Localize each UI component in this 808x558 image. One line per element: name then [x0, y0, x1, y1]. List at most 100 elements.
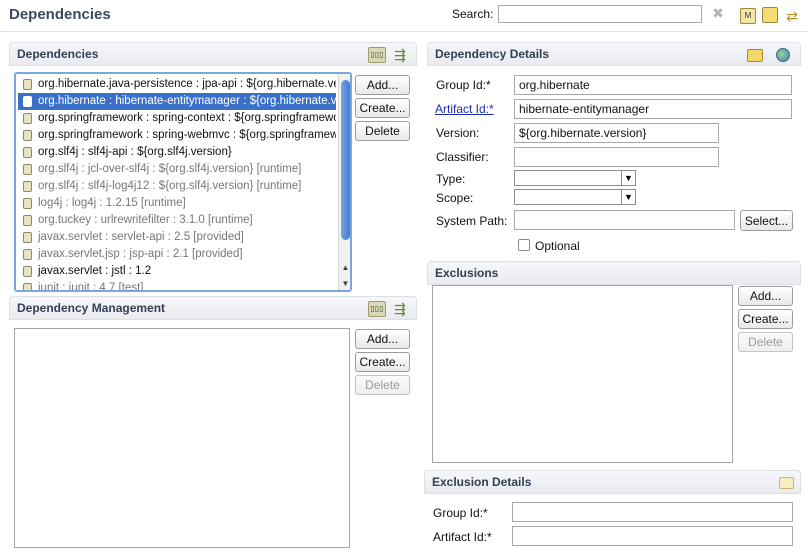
select-system-path-button[interactable]: Select...: [740, 210, 793, 231]
exclusions-add-button[interactable]: Add...: [738, 286, 793, 306]
dependency-label: org.hibernate.java-persistence : jpa-api…: [38, 78, 336, 90]
exclusion-group-id-field[interactable]: [512, 502, 793, 522]
dependency-label: javax.servlet : servlet-api : 2.5 [provi…: [38, 231, 244, 243]
jar-icon: [23, 79, 32, 90]
type-label: Type:: [436, 172, 466, 186]
dependency-label: javax.servlet : jstl : 1.2: [38, 265, 152, 277]
globe-icon[interactable]: [776, 48, 790, 62]
scrollbar-thumb[interactable]: [341, 80, 350, 240]
open-pom-icon[interactable]: [762, 7, 778, 23]
refresh-icon[interactable]: ⇄: [784, 8, 800, 24]
pom-file-icon[interactable]: M: [740, 8, 756, 24]
version-field[interactable]: ${org.hibernate.version}: [514, 123, 719, 143]
dropdown-arrow-icon[interactable]: ▼: [621, 190, 635, 204]
dependencies-add-button[interactable]: Add...: [355, 75, 410, 95]
dependency-details-section-header: Dependency Details: [427, 42, 801, 66]
dependency-list-item[interactable]: org.hibernate : hibernate-entitymanager …: [18, 93, 336, 110]
open-folder-icon: [779, 477, 794, 489]
exclusion-details-section-header: Exclusion Details: [424, 470, 801, 494]
exclusion-artifact-id-field[interactable]: [512, 526, 793, 546]
dependency-management-section-header: Dependency Management: [9, 296, 417, 320]
dependency-label: org.springframework : spring-webmvc : ${…: [38, 129, 336, 141]
dependency-list-item[interactable]: org.hibernate.java-persistence : jpa-api…: [18, 76, 336, 93]
dependency-list-item[interactable]: javax.servlet : jstl : 1.2: [18, 263, 336, 280]
dependency-label: org.springframework : spring-context : $…: [38, 112, 336, 124]
exclusions-section-title: Exclusions: [435, 266, 499, 280]
show-group-id-icon[interactable]: ▯▯▯: [368, 47, 386, 63]
exclusions-section-header: Exclusions: [427, 261, 801, 285]
exclusions-create-button[interactable]: Create...: [738, 309, 793, 329]
classifier-label: Classifier:: [436, 150, 489, 164]
optional-label: Optional: [535, 239, 580, 253]
dependency-management-list[interactable]: [14, 328, 350, 548]
exclusions-delete-button[interactable]: Delete: [738, 332, 793, 352]
jar-icon: [23, 130, 32, 141]
dependency-list-item[interactable]: org.springframework : spring-webmvc : ${…: [18, 127, 336, 144]
dependencies-section-title: Dependencies: [17, 47, 99, 61]
jar-icon: [23, 232, 32, 243]
scope-select[interactable]: ▼: [514, 189, 636, 205]
dependency-management-section-title: Dependency Management: [17, 301, 166, 315]
dependency-list-item[interactable]: log4j : log4j : 1.2.15 [runtime]: [18, 195, 336, 212]
dependency-list-item[interactable]: org.springframework : spring-context : $…: [18, 110, 336, 127]
dependency-list-item[interactable]: javax.servlet.jsp : jsp-api : 2.1 [provi…: [18, 246, 336, 263]
system-path-label: System Path:: [436, 214, 508, 228]
type-select[interactable]: ▼: [514, 170, 636, 186]
search-label: Search:: [452, 7, 494, 21]
exclusion-details-section-title: Exclusion Details: [432, 475, 532, 489]
optional-checkbox[interactable]: [518, 239, 530, 251]
dependency-management-add-button[interactable]: Add...: [355, 329, 410, 349]
classifier-field[interactable]: [514, 147, 719, 167]
group-id-field[interactable]: org.hibernate: [514, 75, 792, 95]
jar-icon: [23, 96, 32, 107]
dependency-list-item[interactable]: org.slf4j : slf4j-api : ${org.slf4j.vers…: [18, 144, 336, 161]
dependencies-scrollbar[interactable]: ▲ ▼: [338, 74, 350, 290]
dependency-label: org.slf4j : slf4j-log4j12 : ${org.slf4j.…: [38, 180, 302, 192]
search-input[interactable]: [498, 5, 702, 23]
clear-search-icon[interactable]: ✖: [710, 5, 726, 21]
dependency-management-delete-button[interactable]: Delete: [355, 375, 410, 395]
dependency-label: javax.servlet.jsp : jsp-api : 2.1 [provi…: [38, 248, 243, 260]
jar-icon: [23, 283, 32, 290]
dependency-details-section-title: Dependency Details: [435, 47, 550, 61]
dependencies-section-header: Dependencies: [9, 42, 417, 66]
dependency-list-item[interactable]: org.slf4j : slf4j-log4j12 : ${org.slf4j.…: [18, 178, 336, 195]
scroll-up-arrow-icon[interactable]: ▲: [339, 261, 350, 275]
jar-icon: [23, 198, 32, 209]
dependency-list-item[interactable]: junit : junit : 4.7 [test]: [18, 280, 336, 292]
page-title: Dependencies: [9, 6, 111, 23]
sort-icon[interactable]: ⇶: [391, 47, 409, 63]
show-group-id-icon[interactable]: ▯▯▯: [368, 301, 386, 317]
dependency-list-item[interactable]: javax.servlet : servlet-api : 2.5 [provi…: [18, 229, 336, 246]
group-id-label: Group Id:*: [436, 78, 491, 92]
dependency-label: org.tuckey : urlrewritefilter : 3.1.0 [r…: [38, 214, 253, 226]
scroll-down-arrow-icon[interactable]: ▼: [339, 277, 350, 290]
exclusion-artifact-id-label: Artifact Id:*: [433, 530, 492, 544]
dependency-label: junit : junit : 4.7 [test]: [38, 282, 144, 292]
system-path-field[interactable]: [514, 210, 735, 230]
jar-icon: [23, 164, 32, 175]
dropdown-arrow-icon[interactable]: ▼: [621, 171, 635, 185]
exclusion-group-id-label: Group Id:*: [433, 506, 488, 520]
dependency-management-create-button[interactable]: Create...: [355, 352, 410, 372]
dependencies-delete-button[interactable]: Delete: [355, 121, 410, 141]
jar-icon: [23, 266, 32, 277]
dependency-label: org.slf4j : jcl-over-slf4j : ${org.slf4j…: [38, 163, 302, 175]
dependencies-create-button[interactable]: Create...: [355, 98, 410, 118]
version-label: Version:: [436, 126, 480, 140]
dependency-list-item[interactable]: org.slf4j : jcl-over-slf4j : ${org.slf4j…: [18, 161, 336, 178]
exclusions-list[interactable]: [432, 285, 733, 463]
jar-icon: [23, 249, 32, 260]
jar-icon: [23, 147, 32, 158]
artifact-id-link[interactable]: Artifact Id:*: [435, 102, 494, 116]
scope-label: Scope:: [436, 191, 474, 205]
dependency-label: org.slf4j : slf4j-api : ${org.slf4j.vers…: [38, 146, 232, 158]
artifact-id-field[interactable]: hibernate-entitymanager: [514, 99, 792, 119]
jar-icon: [23, 113, 32, 124]
dependencies-list[interactable]: org.hibernate.java-persistence : jpa-api…: [14, 72, 352, 292]
open-folder-icon[interactable]: [747, 49, 763, 62]
jar-icon: [23, 215, 32, 226]
sort-icon[interactable]: ⇶: [391, 301, 409, 317]
dependency-label: org.hibernate : hibernate-entitymanager …: [38, 95, 336, 107]
dependency-list-item[interactable]: org.tuckey : urlrewritefilter : 3.1.0 [r…: [18, 212, 336, 229]
